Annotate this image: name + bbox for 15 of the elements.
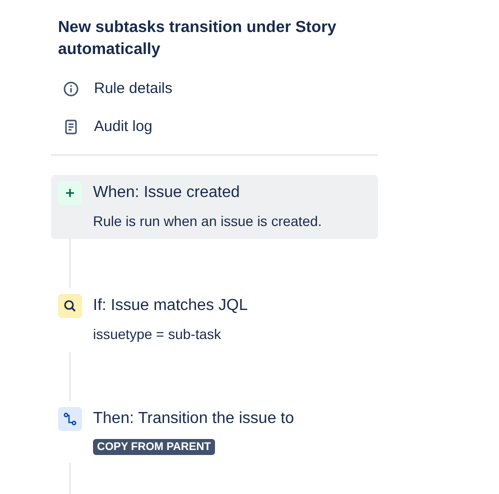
search-icon [58,294,82,318]
step-title: Then: Transition the issue to [93,409,294,429]
plus-icon [58,181,82,205]
step-title: When: Issue created [93,183,241,203]
step-title: If: Issue matches JQL [93,296,248,316]
rule-step[interactable]: When: Issue created Rule is run when an issue is created. [51,175,378,239]
branch-icon [58,407,82,431]
nav-link[interactable]: Rule details [63,79,378,99]
status-lozenge: COPY FROM PARENT [93,439,215,455]
nav-link[interactable]: Audit log [63,117,378,137]
step-description: issuetype = sub-task [93,325,222,344]
rule-title: New subtasks transition under Story automatically [58,18,338,60]
document-icon [63,119,79,135]
step-description: Rule is run when an issue is created. [93,212,322,231]
info-icon [63,81,79,97]
